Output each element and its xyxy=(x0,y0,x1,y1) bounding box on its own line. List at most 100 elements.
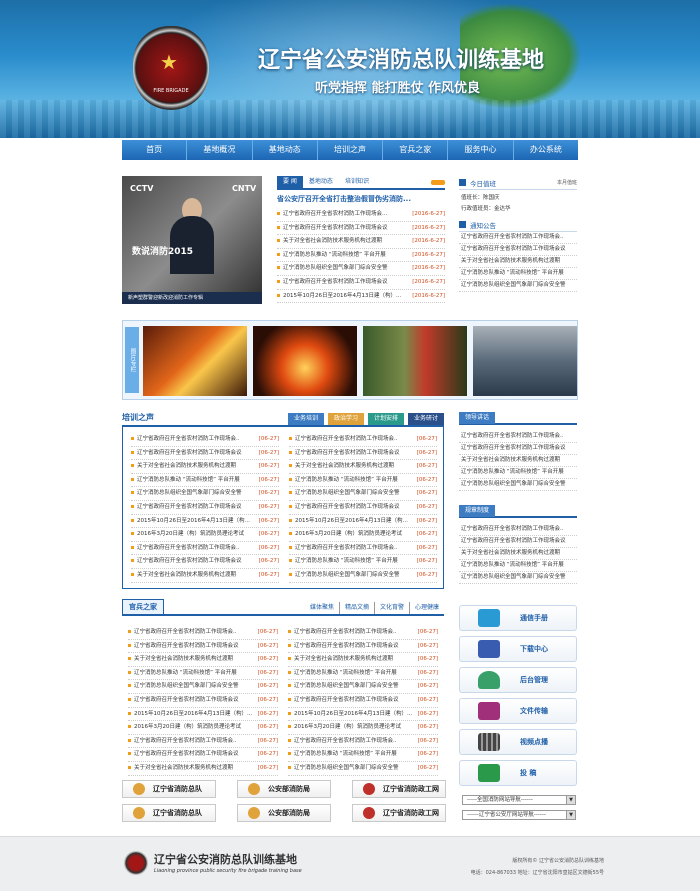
nav-home[interactable]: 首页 xyxy=(122,140,188,160)
list-item[interactable]: 辽宁省政府召开全省农村消防工作现场会.. xyxy=(459,232,577,244)
service-handbook[interactable]: 通信手册 xyxy=(459,605,577,631)
news-item[interactable]: 辽宁消防总队组织全国气象部门综合安全警 [06-27] xyxy=(131,487,279,501)
news-item[interactable]: 2016年3月20日建（构）筑消防员理论考试 [06-27] xyxy=(289,528,437,542)
link-mps-fire[interactable]: 公安部消防局 xyxy=(237,780,331,798)
link-political-net[interactable]: 辽宁省消防政工网 xyxy=(352,804,446,822)
news-item[interactable]: 2015年10月26日至2016年4月13日建（构）... [06-27] xyxy=(128,708,278,722)
list-item[interactable]: 关于对全省社会消防技术服务机构过渡期 xyxy=(459,256,577,268)
news-item[interactable]: 辽宁省政府召开全省农村消防工作现场会议 [06-27] xyxy=(288,640,438,654)
list-item[interactable]: 辽宁省政府召开全省农村消防工作现场会.. xyxy=(459,524,577,536)
news-item[interactable]: 辽宁消防总队推动 “流动科技馆” 平台开展 [06-27] xyxy=(288,748,438,762)
news-item[interactable]: 辽宁省政府召开全省农村消防工作现场会议 [06-27] xyxy=(289,501,437,515)
family-link-media[interactable]: 媒体聚焦 xyxy=(305,602,339,614)
news-item[interactable]: 辽宁省政府召开全省农村消防工作现场会.. [06-27] xyxy=(288,735,438,749)
news-item[interactable]: 辽宁消防总队推动 “流动科技馆” 平台开展 [06-27] xyxy=(289,474,437,488)
news-item[interactable]: 2015年10月26日至2016年4月13日建（构）... [2016-6-27] xyxy=(277,290,445,304)
nav-family[interactable]: 官兵之家 xyxy=(383,140,449,160)
list-item[interactable]: 关于对全省社会消防技术服务机构过渡期 xyxy=(459,455,577,467)
service-video[interactable]: 视频点播 xyxy=(459,729,577,755)
provincial-police-nav-select[interactable]: ------辽宁省公安厅网站导航------ ▼ xyxy=(462,810,576,820)
link-liaoning-fire[interactable]: 辽宁省消防总队 xyxy=(122,780,216,798)
news-item[interactable]: 辽宁省政府召开全省农村消防工作现场会.. [06-27] xyxy=(289,542,437,556)
news-item[interactable]: 辽宁省政府召开全省农村消防工作现场会... [2016-6-27] xyxy=(277,208,445,222)
gallery-photo[interactable] xyxy=(473,326,577,396)
news-item[interactable]: 辽宁省政府召开全省农村消防工作现场会.. [06-27] xyxy=(131,433,279,447)
news-item[interactable]: 辽宁省政府召开全省农村消防工作现场会.. [06-27] xyxy=(128,735,278,749)
news-item[interactable]: 辽宁省政府召开全省农村消防工作现场会.. [06-27] xyxy=(289,433,437,447)
news-item[interactable]: 关于对全省社会消防技术服务机构过渡期 [06-27] xyxy=(131,460,279,474)
list-item[interactable]: 辽宁省政府召开全省农村消防工作现场会.. xyxy=(459,431,577,443)
news-item[interactable]: 辽宁省政府召开全省农村消防工作现场会议 [2016-6-27] xyxy=(277,222,445,236)
training-tab-seminar[interactable]: 业务研讨 xyxy=(407,413,444,425)
list-item[interactable]: 关于对全省社会消防技术服务机构过渡期 xyxy=(459,548,577,560)
news-item[interactable]: 辽宁省政府召开全省农村消防工作现场会议 [06-27] xyxy=(128,640,278,654)
link-liaoning-fire[interactable]: 辽宁省消防总队 xyxy=(122,804,216,822)
list-item[interactable]: 辽宁省政府召开全省农村消防工作现场会议 xyxy=(459,536,577,548)
list-item[interactable]: 辽宁消防总队组织全国气象部门综合安全警 xyxy=(459,479,577,491)
news-item[interactable]: 辽宁省政府召开全省农村消防工作现场会议 [06-27] xyxy=(131,555,279,569)
news-item[interactable]: 辽宁省政府召开全省农村消防工作现场会议 [2016-6-27] xyxy=(277,276,445,290)
news-item[interactable]: 2015年10月26日至2016年4月13日建（构）... [06-27] xyxy=(289,515,437,529)
news-item[interactable]: 辽宁省政府召开全省农村消防工作现场会议 [06-27] xyxy=(128,748,278,762)
list-item[interactable]: 辽宁消防总队组织全国气象部门综合安全警 xyxy=(459,572,577,584)
news-item[interactable]: 2015年10月26日至2016年4月13日建（构）... [06-27] xyxy=(131,515,279,529)
service-admin[interactable]: 后台管理 xyxy=(459,667,577,693)
news-item[interactable]: 辽宁消防总队推动 “流动科技馆” 平台开展 [06-27] xyxy=(288,667,438,681)
family-link-digest[interactable]: 精品文摘 xyxy=(338,602,374,614)
news-item[interactable]: 关于对全省社会消防技术服务机构过渡期 [06-27] xyxy=(288,653,438,667)
list-item[interactable]: 辽宁省政府召开全省农村消防工作现场会议 xyxy=(459,443,577,455)
gallery-photo[interactable] xyxy=(253,326,357,396)
news-item[interactable]: 关于对全省社会消防技术服务机构过渡期 [2016-6-27] xyxy=(277,235,445,249)
news-item[interactable]: 辽宁消防总队推动 “流动科技馆” 平台开展 [06-27] xyxy=(289,555,437,569)
news-item[interactable]: 辽宁消防总队推动 “流动科技馆” 平台开展 [06-27] xyxy=(128,667,278,681)
family-link-mental[interactable]: 心理健康 xyxy=(408,602,444,614)
service-submit[interactable]: 投 稿 xyxy=(459,760,577,786)
news-item[interactable]: 关于对全省社会消防技术服务机构过渡期 [06-27] xyxy=(131,569,279,583)
nav-overview[interactable]: 基地概况 xyxy=(187,140,253,160)
news-item[interactable]: 2016年3月20日建（构）筑消防员理论考试 [06-27] xyxy=(288,721,438,735)
nav-service[interactable]: 服务中心 xyxy=(448,140,514,160)
news-item[interactable]: 辽宁省政府召开全省农村消防工作现场会议 [06-27] xyxy=(289,447,437,461)
duty-more-link[interactable]: 本月值班 xyxy=(557,179,577,186)
tab-dynamics[interactable]: 基地动态 xyxy=(303,176,339,188)
news-item[interactable]: 辽宁消防总队组织全国气象部门综合安全警 [2016-6-27] xyxy=(277,262,445,276)
news-item[interactable]: 辽宁消防总队组织全国气象部门综合安全警 [06-27] xyxy=(288,762,438,776)
news-video[interactable]: CCTV CNTV 数说消防2015 新声塑群警迎新改迎消防工作专辑 xyxy=(122,176,262,304)
news-item[interactable]: 2016年3月20日建（构）筑消防员理论考试 [06-27] xyxy=(128,721,278,735)
training-tab-politics[interactable]: 政治学习 xyxy=(327,413,364,425)
more-button[interactable] xyxy=(431,180,445,185)
news-item[interactable]: 2015年10月26日至2016年4月13日建（构）... [06-27] xyxy=(288,708,438,722)
news-item[interactable]: 辽宁省政府召开全省农村消防工作现场会.. [06-27] xyxy=(128,626,278,640)
list-item[interactable]: 辽宁消防总队推动 “流动科技馆” 平台开展 xyxy=(459,467,577,479)
news-item[interactable]: 辽宁省政府召开全省农村消防工作现场会议 [06-27] xyxy=(128,694,278,708)
news-item[interactable]: 辽宁消防总队组织全国气象部门综合安全警 [06-27] xyxy=(289,487,437,501)
link-political-net[interactable]: 辽宁省消防政工网 xyxy=(352,780,446,798)
list-item[interactable]: 辽宁消防总队推动 “流动科技馆” 平台开展 xyxy=(459,560,577,572)
news-item[interactable]: 辽宁消防总队组织全国气象部门综合安全警 [06-27] xyxy=(289,569,437,583)
service-download[interactable]: 下载中心 xyxy=(459,636,577,662)
news-item[interactable]: 辽宁消防总队推动 “流动科技馆” 平台开展 [2016-6-27] xyxy=(277,249,445,263)
news-item[interactable]: 关于对全省社会消防技术服务机构过渡期 [06-27] xyxy=(289,460,437,474)
news-item[interactable]: 关于对全省社会消防技术服务机构过渡期 [06-27] xyxy=(128,762,278,776)
news-item[interactable]: 辽宁省政府召开全省农村消防工作现场会.. [06-27] xyxy=(131,542,279,556)
list-item[interactable]: 辽宁消防总队组织全国气象部门综合安全警 xyxy=(459,280,577,292)
news-headline[interactable]: 省公安厅召开全省打击整治假冒伪劣消防... xyxy=(277,190,445,208)
nav-dynamics[interactable]: 基地动态 xyxy=(253,140,318,160)
gallery-photo[interactable] xyxy=(363,326,467,396)
gallery-photo[interactable] xyxy=(143,326,247,396)
news-item[interactable]: 关于对全省社会消防技术服务机构过渡期 [06-27] xyxy=(128,653,278,667)
news-item[interactable]: 辽宁省政府召开全省农村消防工作现场会议 [06-27] xyxy=(288,694,438,708)
news-item[interactable]: 辽宁省政府召开全省农村消防工作现场会议 [06-27] xyxy=(131,447,279,461)
family-link-culture[interactable]: 文化育警 xyxy=(373,602,409,614)
tab-knowledge[interactable]: 培训知识 xyxy=(339,176,375,188)
nav-office[interactable]: 办公系统 xyxy=(514,140,578,160)
national-fire-nav-select[interactable]: -----全国消防网站导航------ ▼ xyxy=(462,795,576,805)
news-item[interactable]: 辽宁省政府召开全省农村消防工作现场会议 [06-27] xyxy=(131,501,279,515)
service-file[interactable]: 文件传输 xyxy=(459,698,577,724)
tab-important[interactable]: 要 闻 xyxy=(277,176,303,188)
nav-training[interactable]: 培训之声 xyxy=(318,140,384,160)
training-tab-plan[interactable]: 计划安排 xyxy=(367,413,404,425)
link-mps-fire[interactable]: 公安部消防局 xyxy=(237,804,331,822)
training-tab-business[interactable]: 业务培训 xyxy=(287,413,324,425)
news-item[interactable]: 辽宁消防总队组织全国气象部门综合安全警 [06-27] xyxy=(288,680,438,694)
